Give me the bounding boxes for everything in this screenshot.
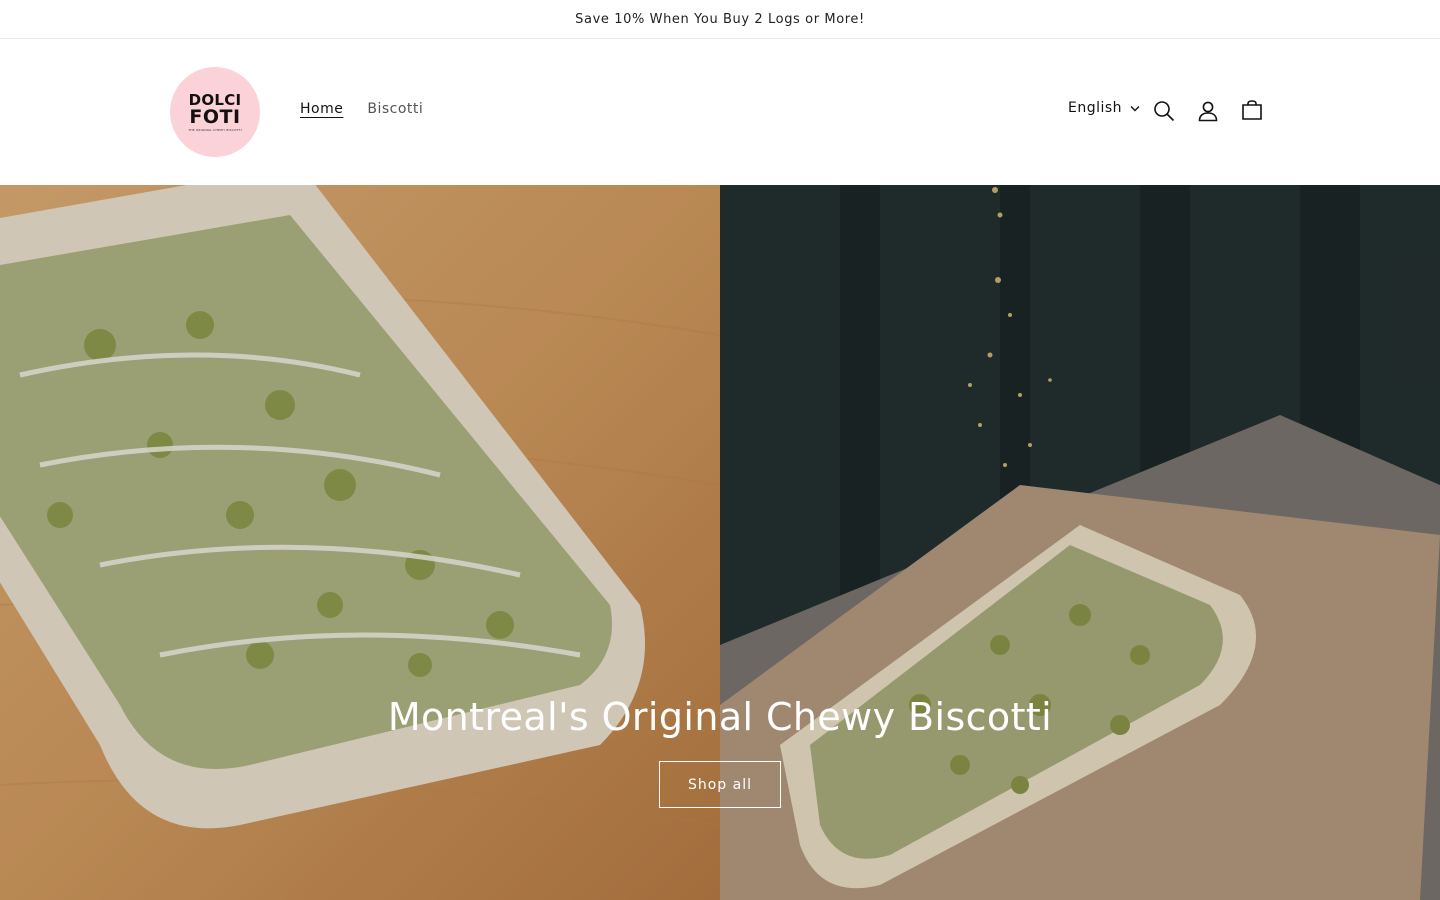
nav-item-home[interactable]: Home xyxy=(300,101,343,117)
main-nav: Home Biscotti xyxy=(300,101,423,117)
hero-title: Montreal's Original Chewy Biscotti xyxy=(387,695,1053,739)
site-header: DOLCI FOTI THE ORIGINAL CHEWY BISCOTTI H… xyxy=(0,39,1440,185)
announcement-text: Save 10% When You Buy 2 Logs or More! xyxy=(575,11,865,27)
language-selector[interactable]: English xyxy=(1068,100,1140,116)
hero-banner: Montreal's Original Chewy Biscotti Shop … xyxy=(0,185,1440,900)
announcement-bar: Save 10% When You Buy 2 Logs or More! xyxy=(0,0,1440,39)
account-icon[interactable] xyxy=(1194,97,1222,125)
cart-icon[interactable] xyxy=(1238,97,1266,125)
hero-content: Montreal's Original Chewy Biscotti Shop … xyxy=(0,695,1440,808)
shop-all-button[interactable]: Shop all xyxy=(659,761,781,808)
search-icon[interactable] xyxy=(1150,97,1178,125)
logo[interactable]: DOLCI FOTI THE ORIGINAL CHEWY BISCOTTI xyxy=(170,67,260,157)
nav-item-biscotti[interactable]: Biscotti xyxy=(367,101,423,117)
chevron-down-icon xyxy=(1130,100,1140,116)
logo-tagline: THE ORIGINAL CHEWY BISCOTTI xyxy=(188,127,242,132)
language-label: English xyxy=(1068,100,1123,116)
logo-line-2: FOTI xyxy=(189,105,241,128)
